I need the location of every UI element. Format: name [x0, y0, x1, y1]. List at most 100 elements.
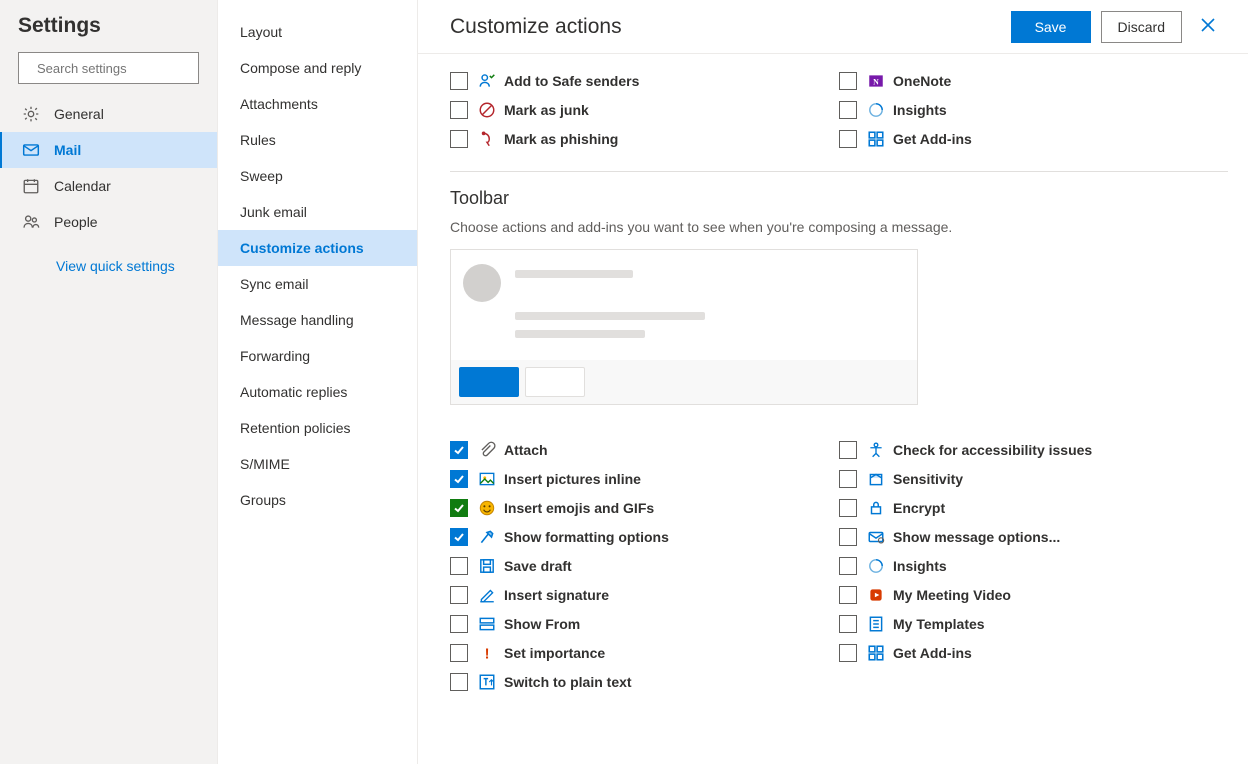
toolbar-option-attach: Attach [450, 435, 839, 464]
category-general[interactable]: General [0, 96, 217, 132]
category-mail[interactable]: Mail [0, 132, 217, 168]
checkbox[interactable] [839, 130, 857, 148]
surface-option-mark-as-junk: Mark as junk [450, 95, 839, 124]
meeting-video-icon [867, 586, 885, 604]
option-label: Insert signature [504, 587, 609, 603]
emoji-icon [478, 499, 496, 517]
checkbox[interactable] [450, 72, 468, 90]
checkbox[interactable] [450, 557, 468, 575]
safe-senders-icon [478, 72, 496, 90]
option-label: Mark as phishing [504, 131, 618, 147]
svg-text:!: ! [485, 646, 490, 661]
option-label: Show formatting options [504, 529, 669, 545]
checkbox[interactable] [839, 586, 857, 604]
option-label: Insights [893, 558, 947, 574]
toolbar-option-switch-to-plain-text: Switch to plain text [450, 667, 839, 696]
insights-icon [867, 101, 885, 119]
checkbox[interactable] [839, 101, 857, 119]
toolbar-option-sensitivity: Sensitivity [839, 464, 1228, 493]
checkbox[interactable] [450, 644, 468, 662]
subnav-item-junk-email[interactable]: Junk email [218, 194, 417, 230]
junk-icon [478, 101, 496, 119]
checkbox[interactable] [450, 673, 468, 691]
checkbox[interactable] [450, 499, 468, 517]
checkbox[interactable] [839, 499, 857, 517]
checkbox[interactable] [839, 72, 857, 90]
checkbox[interactable] [839, 528, 857, 546]
mail-settings-subnav: LayoutCompose and replyAttachmentsRulesS… [218, 0, 418, 764]
avatar-placeholder [463, 264, 501, 302]
checkbox[interactable] [450, 470, 468, 488]
toolbar-option-save-draft: Save draft [450, 551, 839, 580]
toolbar-option-show-message-options-: Show message options... [839, 522, 1228, 551]
checkbox[interactable] [839, 557, 857, 575]
option-label: My Templates [893, 616, 985, 632]
toolbar-option-show-from: Show From [450, 609, 839, 638]
toolbar-option-insert-signature: Insert signature [450, 580, 839, 609]
option-label: Attach [504, 442, 548, 458]
toolbar-option-show-formatting-options: Show formatting options [450, 522, 839, 551]
search-input-wrapper[interactable] [18, 52, 199, 84]
option-label: Insert pictures inline [504, 471, 641, 487]
subnav-item-s-mime[interactable]: S/MIME [218, 446, 417, 482]
option-label: Insert emojis and GIFs [504, 500, 654, 516]
save-button[interactable]: Save [1011, 11, 1091, 43]
content-area: Customize actions Save Discard Add to Sa… [418, 0, 1248, 764]
msg-options-icon [867, 528, 885, 546]
subnav-item-groups[interactable]: Groups [218, 482, 417, 518]
people-icon [22, 213, 40, 231]
checkbox[interactable] [450, 586, 468, 604]
subnav-item-sweep[interactable]: Sweep [218, 158, 417, 194]
addins-icon [867, 130, 885, 148]
accessibility-icon [867, 441, 885, 459]
subnav-item-automatic-replies[interactable]: Automatic replies [218, 374, 417, 410]
search-input[interactable] [37, 54, 213, 82]
calendar-icon [22, 177, 40, 195]
subnav-item-attachments[interactable]: Attachments [218, 86, 417, 122]
checkbox[interactable] [450, 615, 468, 633]
subnav-item-forwarding[interactable]: Forwarding [218, 338, 417, 374]
surface-option-mark-as-phishing: Mark as phishing [450, 124, 839, 153]
signature-icon [478, 586, 496, 604]
sensitivity-icon [867, 470, 885, 488]
attach-icon [478, 441, 496, 459]
option-label: Set importance [504, 645, 605, 661]
checkbox[interactable] [450, 528, 468, 546]
mail-icon [22, 141, 40, 159]
surface-option-get-add-ins: Get Add-ins [839, 124, 1228, 153]
toolbar-option-check-for-accessibility-issues: Check for accessibility issues [839, 435, 1228, 464]
subnav-item-layout[interactable]: Layout [218, 14, 417, 50]
checkbox[interactable] [839, 470, 857, 488]
checkbox[interactable] [450, 130, 468, 148]
checkbox[interactable] [450, 101, 468, 119]
option-label: Show message options... [893, 529, 1060, 545]
formatting-icon [478, 528, 496, 546]
subnav-item-compose-and-reply[interactable]: Compose and reply [218, 50, 417, 86]
option-label: OneNote [893, 73, 951, 89]
checkbox[interactable] [839, 644, 857, 662]
subnav-item-sync-email[interactable]: Sync email [218, 266, 417, 302]
category-people[interactable]: People [0, 204, 217, 240]
toolbar-description: Choose actions and add-ins you want to s… [450, 219, 1228, 235]
discard-button[interactable]: Discard [1101, 11, 1182, 43]
subnav-item-customize-actions[interactable]: Customize actions [218, 230, 417, 266]
toolbar-option-encrypt: Encrypt [839, 493, 1228, 522]
close-icon[interactable] [1200, 16, 1216, 37]
subnav-item-message-handling[interactable]: Message handling [218, 302, 417, 338]
option-label: Sensitivity [893, 471, 963, 487]
option-label: Insights [893, 102, 947, 118]
subnav-item-retention-policies[interactable]: Retention policies [218, 410, 417, 446]
category-label: Mail [54, 142, 81, 158]
subnav-item-rules[interactable]: Rules [218, 122, 417, 158]
toolbar-option-my-templates: My Templates [839, 609, 1228, 638]
page-title: Customize actions [450, 15, 1001, 39]
category-calendar[interactable]: Calendar [0, 168, 217, 204]
checkbox[interactable] [839, 441, 857, 459]
settings-sidebar: Settings General Mail [0, 0, 218, 764]
show-from-icon [478, 615, 496, 633]
option-label: Get Add-ins [893, 131, 972, 147]
checkbox[interactable] [839, 615, 857, 633]
view-quick-settings-link[interactable]: View quick settings [0, 240, 217, 274]
save-draft-icon [478, 557, 496, 575]
checkbox[interactable] [450, 441, 468, 459]
